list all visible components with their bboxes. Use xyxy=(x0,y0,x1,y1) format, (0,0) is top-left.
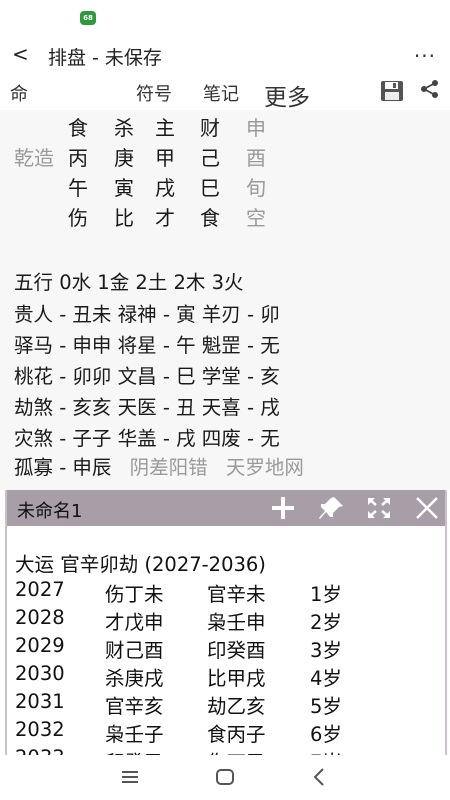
xun-cell: 酉 xyxy=(246,146,266,170)
save-icon[interactable] xyxy=(380,80,404,102)
yinchayangcuo-label: 阴差阳错 xyxy=(129,456,208,479)
home-icon[interactable] xyxy=(214,766,236,788)
age-cell: 5岁 xyxy=(310,695,342,718)
pillar-cell: 食 xyxy=(200,206,220,230)
tab-more[interactable]: 更多 xyxy=(264,78,310,112)
pillar-cell: 午 xyxy=(68,176,88,200)
pillar-cell: 戌 xyxy=(155,176,175,200)
age-cell: 4岁 xyxy=(310,667,342,690)
status-bar: 68 xyxy=(0,0,450,36)
overflow-menu-button[interactable]: ... xyxy=(414,38,436,62)
year-cell: 2032 xyxy=(15,718,65,741)
kong-cell: 空 xyxy=(246,206,266,230)
year-row: 2033 印癸丑 伤丁丑 7岁 xyxy=(15,746,435,755)
pin-icon[interactable] xyxy=(317,495,345,521)
gender-label: 乾造 xyxy=(14,146,54,170)
share-icon[interactable] xyxy=(420,79,440,99)
year-cell: 2030 xyxy=(15,662,65,685)
shensha-line: 贵人 - 丑未 禄神 - 寅 羊刃 - 卯 xyxy=(14,303,280,326)
year-row: 2029 财己酉 印癸酉 3岁 xyxy=(15,634,435,662)
liunian-cell: 印癸丑 xyxy=(105,746,164,755)
year-row: 2028 才戊申 枭壬申 2岁 xyxy=(15,606,435,634)
tab-notes[interactable]: 笔记 xyxy=(203,80,239,106)
year-cell: 2031 xyxy=(15,690,65,713)
year-row: 2030 杀庚戌 比甲戌 4岁 xyxy=(15,662,435,690)
back-button[interactable]: < xyxy=(12,42,29,66)
pillar-cell: 甲 xyxy=(155,146,175,170)
year-row: 2031 官辛亥 劫乙亥 5岁 xyxy=(15,690,435,718)
age-cell: 6岁 xyxy=(310,723,342,746)
liunian-cell: 杀庚戌 xyxy=(105,667,164,690)
dayun-panel: 未命名1 大运 官辛卯劫 (2027-2036) 2027 伤丁未 官辛未 1岁 xyxy=(5,490,447,755)
wuxing-summary: 五行 0水 1金 2土 2木 3火 xyxy=(14,271,244,294)
shensha-line: 劫煞 - 亥亥 天医 - 丑 天喜 - 戌 xyxy=(14,396,280,419)
pillar-cell: 己 xyxy=(200,146,220,170)
liunian-cell: 枭壬子 xyxy=(105,723,164,746)
system-nav-bar xyxy=(0,756,450,800)
year-cell: 2029 xyxy=(15,634,65,657)
panel-header[interactable]: 未命名1 xyxy=(7,490,445,526)
shensha-line: 驿马 - 申申 将星 - 午 魁罡 - 无 xyxy=(14,334,280,357)
page-title: 排盘 - 未保存 xyxy=(48,47,162,69)
notification-app-icon: 68 xyxy=(80,11,96,25)
add-icon[interactable] xyxy=(269,495,297,521)
liunian-cell: 官辛亥 xyxy=(105,695,164,718)
pillar-cell: 伤 xyxy=(68,206,88,230)
close-icon[interactable] xyxy=(413,495,441,521)
age-cell: 7岁 xyxy=(310,746,342,755)
tab-symbols[interactable]: 符号 xyxy=(136,80,172,106)
year-row: 2027 伤丁未 官辛未 1岁 xyxy=(15,578,435,606)
shensha-line: 灾煞 - 子子 华盖 - 戌 四废 - 无 xyxy=(14,427,280,450)
xun-cell: 旬 xyxy=(246,176,266,200)
pillar-cell: 才 xyxy=(155,206,175,230)
age-cell: 1岁 xyxy=(310,583,342,606)
pillar-cell: 庚 xyxy=(114,146,134,170)
tab-ming[interactable]: 命 xyxy=(10,80,28,106)
liunian-cell: 伤丁未 xyxy=(105,583,164,606)
panel-body[interactable]: 大运 官辛卯劫 (2027-2036) 2027 伤丁未 官辛未 1岁 2028… xyxy=(7,526,445,755)
pillar-cell: 食 xyxy=(68,116,88,140)
app-bar: < 排盘 - 未保存 ... xyxy=(0,38,450,74)
xiaoyun-cell: 比甲戌 xyxy=(207,667,266,690)
age-cell: 3岁 xyxy=(310,639,342,662)
back-nav-icon[interactable] xyxy=(309,766,331,788)
pillar-cell: 寅 xyxy=(114,176,134,200)
liunian-cell: 才戊申 xyxy=(105,611,164,634)
tianluodiwang-label: 天罗地网 xyxy=(225,456,304,479)
liunian-cell: 财己酉 xyxy=(105,639,164,662)
bazi-chart-area: 乾造 食 杀 主 财 申 丙 庚 甲 己 酉 午 寅 戌 巳 旬 伤 比 才 食… xyxy=(0,110,450,490)
pillar-cell: 巳 xyxy=(200,176,220,200)
xiaoyun-cell: 官辛未 xyxy=(207,583,266,606)
pillar-cell: 丙 xyxy=(68,146,88,170)
xiaoyun-cell: 食丙子 xyxy=(207,723,266,746)
pillar-cell: 比 xyxy=(114,206,134,230)
xiaoyun-cell: 枭壬申 xyxy=(207,611,266,634)
xun-cell: 申 xyxy=(246,116,266,140)
year-cell: 2028 xyxy=(15,606,65,629)
shensha-line-guxu: 孤寡 - 申辰 阴差阳错 天罗地网 xyxy=(14,451,304,480)
xiaoyun-cell: 印癸酉 xyxy=(207,639,266,662)
expand-icon[interactable] xyxy=(365,495,393,521)
xiaoyun-cell: 伤丁丑 xyxy=(207,746,266,755)
guxu-label: 孤寡 - 申辰 xyxy=(14,456,112,479)
dayun-title: 大运 官辛卯劫 (2027-2036) xyxy=(15,553,266,576)
year-cell: 2033 xyxy=(15,746,65,755)
age-cell: 2岁 xyxy=(310,611,342,634)
pillar-cell: 杀 xyxy=(114,116,134,140)
recent-apps-icon[interactable] xyxy=(119,766,141,788)
pillar-cell: 主 xyxy=(155,116,175,140)
pillar-cell: 财 xyxy=(200,116,220,140)
shensha-line: 桃花 - 卯卯 文昌 - 巳 学堂 - 亥 xyxy=(14,365,280,388)
year-cell: 2027 xyxy=(15,578,65,601)
panel-title: 未命名1 xyxy=(17,501,83,522)
year-row: 2032 枭壬子 食丙子 6岁 xyxy=(15,718,435,746)
xiaoyun-cell: 劫乙亥 xyxy=(207,695,266,718)
